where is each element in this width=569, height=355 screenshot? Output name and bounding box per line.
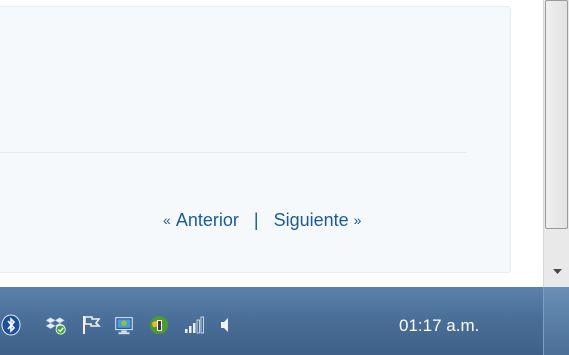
next-arrow[interactable]: » [354, 212, 362, 228]
vertical-scrollbar[interactable] [543, 0, 569, 287]
show-desktop-button[interactable] [543, 287, 569, 355]
dropbox-icon[interactable] [46, 314, 68, 336]
signal-strength-icon[interactable] [182, 314, 204, 336]
bluetooth-icon[interactable] [0, 314, 22, 336]
next-link[interactable]: Siguiente [274, 210, 349, 231]
update-globe-icon[interactable] [148, 314, 170, 336]
prev-arrow[interactable]: « [163, 212, 171, 228]
taskbar-clock[interactable]: 01:17 a.m. [399, 316, 479, 336]
scroll-down-button[interactable] [544, 258, 569, 286]
chevron-down-icon [552, 269, 562, 274]
previous-link[interactable]: Anterior [176, 210, 239, 231]
scrollbar-thumb[interactable] [545, 0, 568, 229]
pagination-separator: | [253, 209, 259, 230]
page-area: « Anterior | Siguiente » [0, 0, 543, 287]
content-panel: « Anterior | Siguiente » [0, 6, 511, 273]
divider [0, 152, 466, 153]
pagination: « Anterior | Siguiente » [163, 209, 361, 231]
network-monitor-icon[interactable] [113, 314, 135, 336]
action-center-flag-icon[interactable] [80, 314, 102, 336]
volume-icon[interactable] [215, 314, 237, 336]
